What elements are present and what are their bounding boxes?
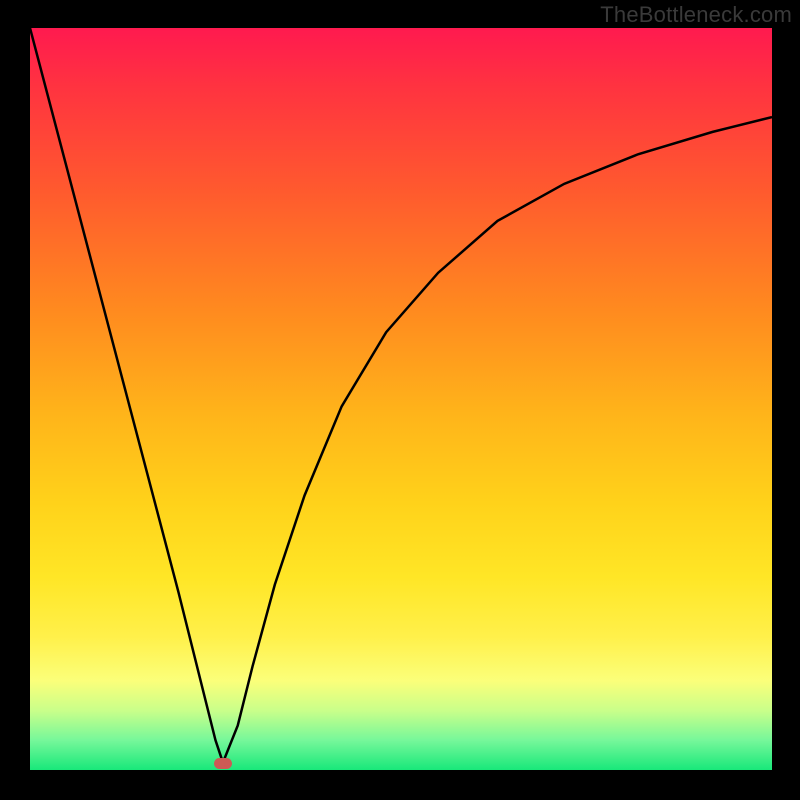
curve-svg bbox=[30, 28, 772, 770]
minimum-marker bbox=[214, 758, 232, 769]
chart-frame: TheBottleneck.com bbox=[0, 0, 800, 800]
plot-area bbox=[30, 28, 772, 770]
watermark-text: TheBottleneck.com bbox=[600, 2, 792, 28]
curve-right-branch bbox=[223, 117, 772, 763]
curve-left-branch bbox=[30, 28, 223, 763]
